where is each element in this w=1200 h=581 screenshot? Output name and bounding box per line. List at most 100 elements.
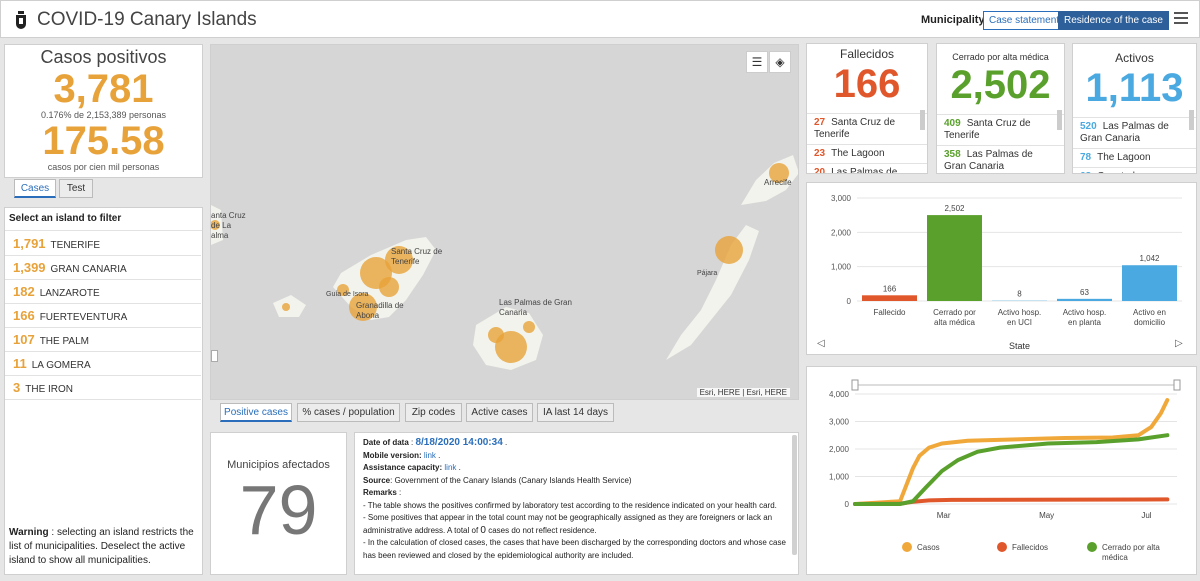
notes-scrollbar[interactable] bbox=[792, 435, 797, 555]
remark-2b: cases do not reflect residence. bbox=[488, 526, 597, 535]
source-label: Source bbox=[363, 476, 390, 485]
tab-positive-cases[interactable]: Positive cases bbox=[220, 403, 292, 422]
source-text: : Government of the Canary Islands (Cana… bbox=[390, 476, 631, 485]
bar-value-label: 2,502 bbox=[944, 204, 965, 213]
tab-zip-codes[interactable]: Zip codes bbox=[405, 403, 462, 422]
cerrado-row[interactable]: 358Las Palmas de Gran Canaria bbox=[937, 145, 1064, 174]
row-count: 23 bbox=[814, 148, 825, 159]
activos-scrollbar[interactable] bbox=[1189, 110, 1194, 130]
map-zoom-handle[interactable] bbox=[211, 350, 218, 362]
fallecidos-value: 166 bbox=[807, 63, 927, 105]
bar-y-tick: 3,000 bbox=[831, 194, 852, 203]
bar-value-label: 1,042 bbox=[1139, 254, 1160, 263]
legend-label[interactable]: Casos bbox=[917, 543, 940, 552]
tab-cases[interactable]: Cases bbox=[14, 179, 56, 198]
bar-category-label: Fallecido bbox=[873, 308, 906, 317]
row-label: Santa Cruz de Tenerife bbox=[814, 117, 895, 140]
map-label: Arrecife bbox=[764, 178, 792, 187]
map-label: de La bbox=[211, 221, 231, 230]
fallecidos-panel: Fallecidos 166 27Santa Cruz de Tenerife2… bbox=[806, 43, 928, 174]
source-line: Source: Government of the Canary Islands… bbox=[363, 475, 788, 488]
bar-3[interactable] bbox=[1057, 299, 1112, 301]
case-bubble bbox=[282, 303, 290, 311]
cerrado-scrollbar[interactable] bbox=[1057, 110, 1062, 130]
menu-icon[interactable] bbox=[1174, 12, 1188, 27]
map-view[interactable]: Santa Cruz de Tenerife Granadilla de Abo… bbox=[210, 44, 799, 400]
bar-0[interactable] bbox=[862, 295, 917, 301]
line-y-tick: 1,000 bbox=[829, 473, 850, 482]
islands-header: Select an island to filter bbox=[5, 208, 202, 231]
map-attribution: Esri, HERE | Esri, HERE bbox=[697, 388, 790, 397]
row-count: 520 bbox=[1080, 121, 1097, 132]
line-y-tick: 2,000 bbox=[829, 445, 850, 454]
fallecidos-scrollbar[interactable] bbox=[920, 110, 925, 130]
legend-swatch[interactable] bbox=[997, 542, 1007, 552]
island-name: GRAN CANARIA bbox=[51, 264, 127, 275]
island-row-the-iron[interactable]: 3THE IRON bbox=[5, 376, 201, 400]
activos-panel: Activos 1,113 520Las Palmas de Gran Cana… bbox=[1072, 43, 1197, 174]
remarks-line: Remarks : bbox=[363, 487, 788, 500]
positives-title: Casos positivos bbox=[5, 47, 202, 68]
bar-value-label: 63 bbox=[1080, 288, 1089, 297]
bar-y-tick: 2,000 bbox=[831, 228, 852, 237]
legend-swatch[interactable] bbox=[1087, 542, 1097, 552]
range-slider-left-handle[interactable] bbox=[852, 380, 858, 390]
bar-category-label: Activo hosp. bbox=[998, 308, 1042, 317]
cerrado-row[interactable]: 409Santa Cruz de Tenerife bbox=[937, 114, 1064, 145]
warning-text: Warning : selecting an island restricts … bbox=[9, 526, 199, 568]
municipios-panel: Municipios afectados 79 bbox=[210, 432, 347, 575]
map-canvas[interactable] bbox=[211, 45, 799, 400]
island-row-la-gomera[interactable]: 11LA GOMERA bbox=[5, 352, 201, 376]
mobile-line: Mobile version: link . bbox=[363, 450, 788, 463]
legend-label[interactable]: Fallecidos bbox=[1012, 543, 1048, 552]
municipios-label: Municipios afectados bbox=[211, 459, 346, 471]
chart-prev-arrow[interactable]: ◁ bbox=[817, 338, 825, 349]
tab-ia-14-days[interactable]: IA last 14 days bbox=[537, 403, 614, 422]
row-count: 409 bbox=[944, 118, 961, 129]
info-notes-panel: Date of data : 8/18/2020 14:00:34 . Mobi… bbox=[354, 432, 799, 575]
map-label: Las Palmas de Gran Canaria bbox=[499, 298, 574, 318]
chart-next-arrow[interactable]: ▷ bbox=[1175, 338, 1183, 349]
case-statement-button[interactable]: Case statement bbox=[983, 11, 1065, 30]
range-slider-right-handle[interactable] bbox=[1174, 380, 1180, 390]
layers-icon[interactable]: ◈ bbox=[769, 51, 791, 73]
row-count: 358 bbox=[944, 149, 961, 160]
map-label: anta Cruz bbox=[211, 211, 246, 220]
line-y-tick: 3,000 bbox=[829, 418, 850, 427]
island-count: 1,399 bbox=[13, 260, 46, 275]
island-row-tenerife[interactable]: 1,791TENERIFE bbox=[5, 232, 201, 256]
remark-1: - The table shows the positives confirme… bbox=[363, 500, 788, 513]
case-bubble bbox=[523, 321, 535, 333]
bar-4[interactable] bbox=[1122, 265, 1177, 301]
residence-button[interactable]: Residence of the case bbox=[1058, 11, 1169, 30]
legend-label[interactable]: Cerrado por alta bbox=[1102, 543, 1160, 552]
activos-row[interactable]: 520Las Palmas de Gran Canaria bbox=[1073, 117, 1196, 148]
legend-swatch[interactable] bbox=[902, 542, 912, 552]
island-row-the-palm[interactable]: 107THE PALM bbox=[5, 328, 201, 352]
tab-test[interactable]: Test bbox=[59, 179, 93, 198]
island-row-fuerteventura[interactable]: 166FUERTEVENTURA bbox=[5, 304, 201, 328]
fallecidos-row[interactable]: 27Santa Cruz de Tenerife bbox=[807, 113, 927, 144]
activos-row[interactable]: 68Counted bbox=[1073, 167, 1196, 174]
island-name: TENERIFE bbox=[51, 240, 100, 251]
tab-active-cases[interactable]: Active cases bbox=[466, 403, 533, 422]
row-count: 68 bbox=[1080, 171, 1091, 174]
island-count: 182 bbox=[13, 284, 35, 299]
bar-1[interactable] bbox=[927, 215, 982, 301]
line-series-0[interactable] bbox=[855, 400, 1167, 504]
tab-percent-cases[interactable]: % cases / population bbox=[297, 403, 400, 422]
activos-row[interactable]: 78The Lagoon bbox=[1073, 148, 1196, 167]
island-row-lanzarote[interactable]: 182LANZAROTE bbox=[5, 280, 201, 304]
fallecidos-row[interactable]: 23The Lagoon bbox=[807, 144, 927, 163]
island-row-gran-canaria[interactable]: 1,399 GRAN CANARIA bbox=[5, 256, 201, 280]
line-x-tick: Jul bbox=[1141, 511, 1151, 520]
mobile-link[interactable]: link bbox=[424, 451, 436, 460]
state-bar-chart: 01,0002,0003,000166Fallecido2,502Cerrado… bbox=[807, 183, 1198, 356]
time-line-chart-panel: 01,0002,0003,0004,000MarMayJulCasosFalle… bbox=[806, 366, 1197, 575]
assist-line: Assistance capacity: link . bbox=[363, 462, 788, 475]
legend-list-icon[interactable]: ☰ bbox=[746, 51, 768, 73]
line-x-tick: May bbox=[1039, 511, 1054, 520]
island-name: FUERTEVENTURA bbox=[40, 312, 128, 323]
fallecidos-row[interactable]: 20Las Palmas de bbox=[807, 163, 927, 174]
assist-link[interactable]: link bbox=[444, 463, 456, 472]
